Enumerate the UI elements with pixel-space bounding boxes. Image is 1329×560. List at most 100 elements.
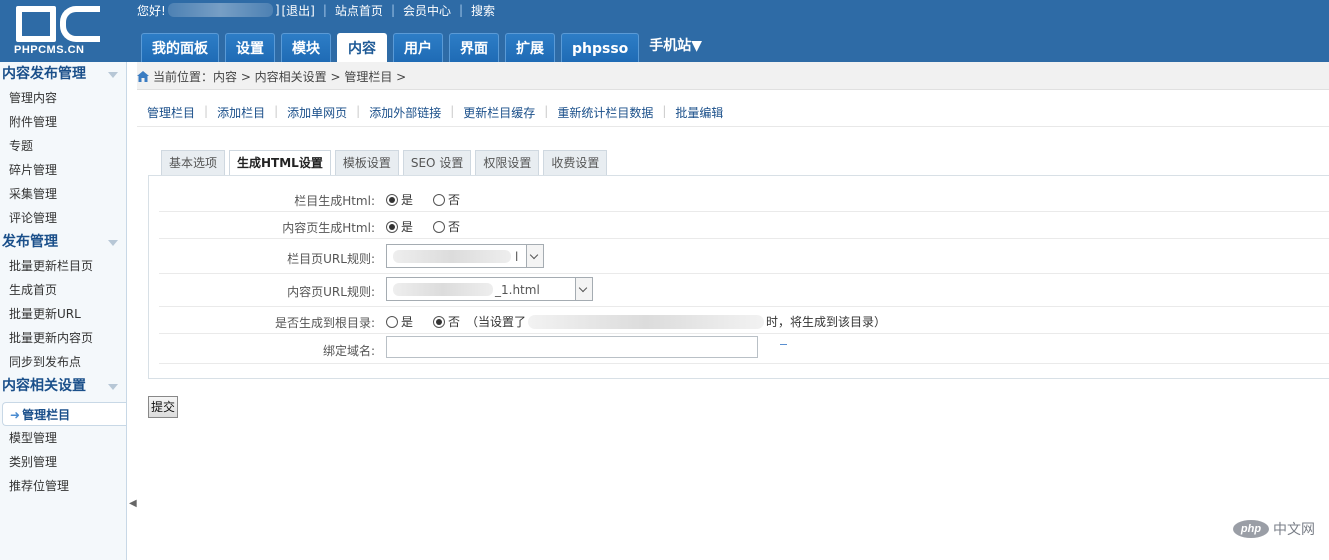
sidebar-item-blocks[interactable]: 碎片管理: [0, 158, 126, 182]
field-label: 栏目页URL规则:: [287, 252, 375, 266]
radio-label: 否: [448, 220, 461, 234]
subnav-add-single-page[interactable]: 添加单网页: [287, 104, 347, 121]
tab-my-panel[interactable]: 我的面板: [141, 33, 219, 62]
sidebar-item-collection[interactable]: 采集管理: [0, 182, 126, 206]
search-link[interactable]: 搜索: [471, 2, 495, 19]
chevron-down-icon[interactable]: [526, 245, 543, 267]
create-root-hint-end: 时，将生成到该目录）: [766, 315, 887, 329]
subnav-add-external-link[interactable]: 添加外部链接: [369, 104, 441, 121]
tab-seo-settings[interactable]: SEO 设置: [402, 150, 472, 175]
collapse-arrow-icon[interactable]: [108, 384, 118, 390]
tab-interface[interactable]: 界面: [449, 33, 499, 62]
logo-text: PHPCMS.CN: [14, 44, 85, 56]
subnav-add-category[interactable]: 添加栏目: [217, 104, 265, 121]
category-url-rule-select[interactable]: l: [386, 244, 544, 268]
form-row-show-url: 内容页URL规则: _1.html: [159, 274, 1329, 307]
sidebar-item-generate-homepage[interactable]: 生成首页: [0, 278, 126, 302]
watermark-text: 中文网: [1273, 522, 1315, 538]
form-row-domain: 绑定域名:: [159, 334, 1329, 364]
radio-label: 否: [448, 193, 461, 207]
section-title: 内容发布管理: [2, 66, 86, 82]
sidebar-item-update-content-pages[interactable]: 批量更新内容页: [0, 326, 126, 350]
collapse-arrow-icon[interactable]: [108, 72, 118, 78]
sidebar-item-update-urls[interactable]: 批量更新URL: [0, 302, 126, 326]
tab-charge-settings[interactable]: 收费设置: [543, 150, 608, 175]
sidebar-section-content-settings[interactable]: 内容相关设置: [0, 374, 126, 398]
domain-input[interactable]: [386, 336, 758, 358]
tab-users[interactable]: 用户: [393, 33, 443, 62]
user-bar: 您好! ] [退出] | 站点首页 | 会员中心 | 搜索: [137, 2, 496, 19]
subnav-update-cache[interactable]: 更新栏目缓存: [463, 104, 535, 121]
form-row-category-url: 栏目页URL规则: l: [159, 239, 1329, 274]
arrow-right-icon: ➜: [10, 408, 21, 422]
tab-settings[interactable]: 设置: [225, 33, 275, 62]
tab-basic-options[interactable]: 基本选项: [161, 150, 226, 175]
form-row-create-root: 是否生成到根目录: 是 否 （当设置了 时，将生成到该目录）: [159, 307, 1329, 334]
form-row-content-html: 内容页生成Html: 是 否: [159, 212, 1329, 239]
tab-content[interactable]: 内容: [337, 33, 387, 62]
greeting-text: 您好!: [137, 3, 166, 18]
sidebar-item-manage-content[interactable]: 管理内容: [0, 86, 126, 110]
chevron-down-icon[interactable]: [575, 278, 592, 300]
field-label: 栏目生成Html:: [294, 194, 375, 208]
sidebar-collapse-icon[interactable]: ◀: [129, 498, 137, 516]
tab-modules[interactable]: 模块: [281, 33, 331, 62]
category-subnav: 管理栏目 | 添加栏目 | 添加单网页 | 添加外部链接 | 更新栏目缓存 | 重新统计栏…: [147, 104, 724, 121]
collapse-arrow-icon[interactable]: [108, 240, 118, 246]
select-value-tail: l: [515, 250, 519, 264]
submit-button[interactable]: 提交: [148, 396, 179, 418]
sidebar-section-content-publish[interactable]: 内容发布管理: [0, 62, 126, 86]
site-home-link[interactable]: 站点首页: [335, 2, 383, 19]
field-label: 绑定域名:: [322, 344, 375, 358]
tab-mobile-site[interactable]: 手机站▼: [645, 33, 706, 62]
sidebar-item-label: 管理栏目: [22, 408, 71, 422]
home-icon[interactable]: [137, 71, 149, 82]
tab-phpsso[interactable]: phpsso: [561, 33, 640, 62]
sidebar-item-types[interactable]: 类别管理: [0, 450, 126, 474]
sidebar-item-attachments[interactable]: 附件管理: [0, 110, 126, 134]
sidebar-item-positions[interactable]: 推荐位管理: [0, 474, 126, 498]
main-nav-tabs: 我的面板 设置 模块 内容 用户 界面 扩展 phpsso 手机站▼: [141, 33, 712, 62]
main-content: 当前位置：内容 > 内容相关设置 > 管理栏目 > 管理栏目 | 添加栏目 | 添加…: [137, 62, 1329, 560]
sidebar-item-comments[interactable]: 评论管理: [0, 206, 126, 230]
ishtml-no-radio[interactable]: [433, 193, 446, 206]
subnav-manage-categories[interactable]: 管理栏目: [147, 104, 195, 121]
section-title: 发布管理: [2, 234, 58, 250]
create-root-yes-radio[interactable]: [386, 315, 398, 328]
tab-extensions[interactable]: 扩展: [505, 33, 555, 62]
redacted-value: [393, 283, 493, 296]
ishtml-yes-radio[interactable]: [386, 193, 398, 206]
content-ishtml-no-radio[interactable]: [433, 220, 446, 233]
breadcrumb-text: 当前位置：内容 > 内容相关设置 > 管理栏目 >: [153, 70, 407, 84]
radio-label: 是: [401, 220, 414, 234]
sidebar-item-sync-publish[interactable]: 同步到发布点: [0, 350, 126, 374]
watermark: php 中文网: [1233, 519, 1315, 539]
field-label: 内容页URL规则:: [287, 285, 375, 299]
sidebar-item-manage-categories[interactable]: ➜ 管理栏目: [2, 402, 126, 426]
tab-html-settings[interactable]: 生成HTML设置: [229, 150, 331, 176]
redacted-hint: [528, 314, 765, 329]
member-center-link[interactable]: 会员中心: [403, 2, 451, 19]
tab-template-settings[interactable]: 模板设置: [334, 150, 399, 175]
subnav-batch-edit[interactable]: 批量编辑: [675, 104, 723, 121]
left-sidebar: 内容发布管理 管理内容 附件管理 专题 碎片管理 采集管理 评论管理 发布管理 …: [0, 62, 127, 560]
form-tabs: 基本选项 生成HTML设置 模板设置 SEO 设置 权限设置 收费设置: [161, 150, 611, 176]
sidebar-item-special[interactable]: 专题: [0, 134, 126, 158]
sidebar-item-update-category-pages[interactable]: 批量更新栏目页: [0, 254, 126, 278]
section-title: 内容相关设置: [2, 378, 86, 394]
phpcms-logo[interactable]: PHPCMS.CN: [12, 6, 108, 58]
redacted-value: [393, 250, 511, 263]
subnav-recount-data[interactable]: 重新统计栏目数据: [557, 104, 653, 121]
sidebar-item-models[interactable]: 模型管理: [0, 426, 126, 450]
sidebar-section-publish[interactable]: 发布管理: [0, 230, 126, 254]
logout-link[interactable]: [退出]: [282, 2, 315, 19]
select-value-tail: _1.html: [495, 283, 540, 297]
form-row-category-html: 栏目生成Html: 是 否: [159, 185, 1329, 212]
content-ishtml-yes-radio[interactable]: [386, 220, 398, 233]
breadcrumb: 当前位置：内容 > 内容相关设置 > 管理栏目 >: [137, 62, 1329, 90]
create-root-no-radio[interactable]: [433, 315, 446, 328]
top-header: PHPCMS.CN 您好! ] [退出] | 站点首页 | 会员中心 | 搜索 …: [0, 0, 1329, 62]
tab-permission-settings[interactable]: 权限设置: [475, 150, 540, 175]
show-url-rule-select[interactable]: _1.html: [386, 277, 593, 301]
radio-label: 是: [401, 193, 414, 207]
